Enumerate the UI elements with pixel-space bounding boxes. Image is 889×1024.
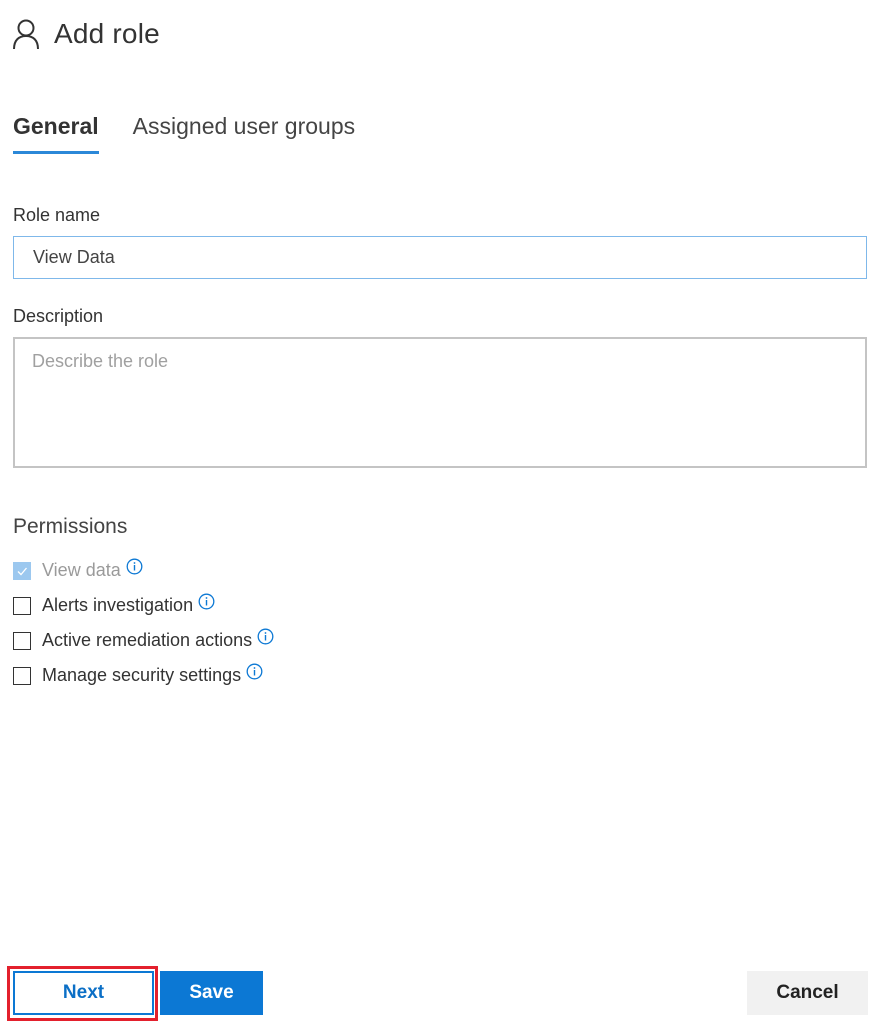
permissions-list: View data Alerts investigation Active re…	[13, 553, 274, 693]
page-title: Add role	[54, 18, 160, 49]
alerts-investigation-checkbox[interactable]	[13, 596, 31, 615]
permissions-heading: Permissions	[13, 515, 128, 538]
manage-security-settings-checkbox[interactable]	[13, 666, 31, 685]
permission-label: Alerts investigation	[42, 595, 194, 615]
permission-label: Active remediation actions	[42, 630, 253, 650]
permission-label: View data	[42, 560, 121, 580]
cancel-button[interactable]: Cancel	[747, 971, 868, 1015]
add-role-panel: Add role General Assigned user groups Ro…	[0, 0, 889, 1024]
save-button[interactable]: Save	[160, 971, 263, 1015]
info-icon[interactable]	[126, 558, 143, 575]
description-label: Description	[13, 306, 104, 326]
view-data-checkbox[interactable]	[13, 561, 31, 580]
permission-label: Manage security settings	[42, 665, 242, 685]
permission-active-remediation-actions: Active remediation actions	[13, 623, 274, 658]
permission-view-data: View data	[13, 553, 274, 588]
info-icon[interactable]	[198, 593, 215, 610]
next-button[interactable]: Next	[13, 971, 154, 1015]
role-name-label: Role name	[13, 205, 101, 225]
role-name-input[interactable]	[13, 236, 867, 279]
tab-general[interactable]: General	[13, 113, 99, 154]
checkmark-icon	[17, 567, 27, 575]
person-icon	[13, 19, 39, 50]
info-icon[interactable]	[257, 628, 274, 645]
info-icon[interactable]	[246, 663, 263, 680]
tab-bar: General Assigned user groups	[13, 113, 389, 154]
permission-alerts-investigation: Alerts investigation	[13, 588, 274, 623]
description-textarea[interactable]	[13, 337, 867, 468]
permission-manage-security-settings: Manage security settings	[13, 658, 274, 693]
panel-header: Add role	[12, 18, 160, 50]
tab-assigned-user-groups[interactable]: Assigned user groups	[133, 113, 355, 150]
active-remediation-actions-checkbox[interactable]	[13, 631, 31, 650]
